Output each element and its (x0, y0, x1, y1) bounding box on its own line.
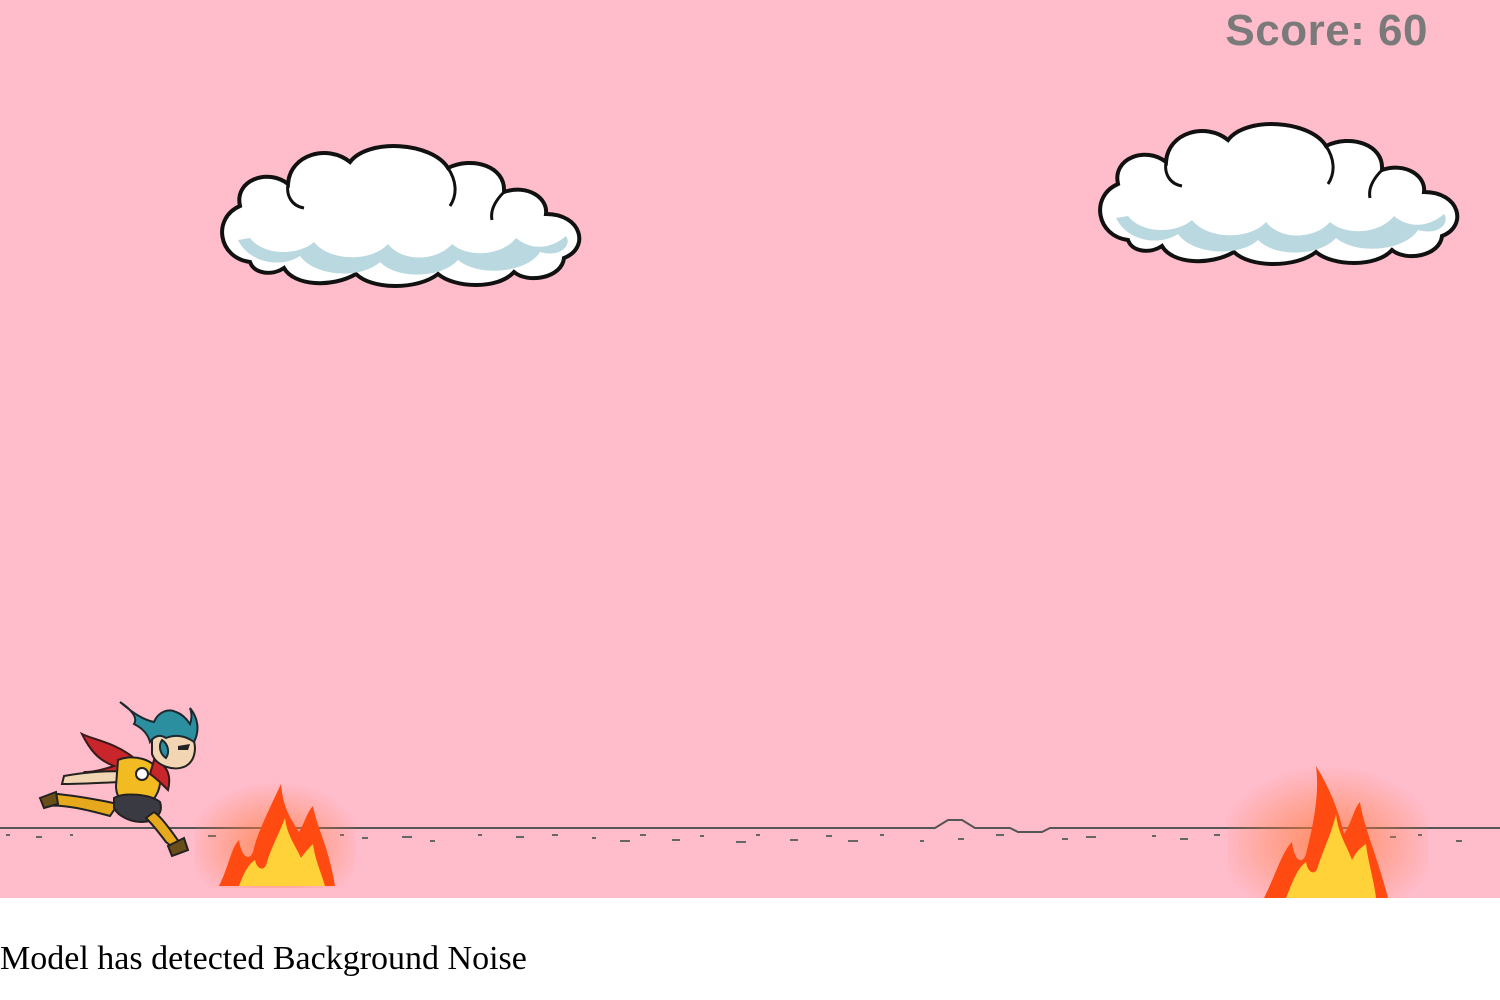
fire-icon (1228, 756, 1428, 898)
fire-icon (195, 770, 355, 888)
game-canvas[interactable]: Score: 60 (0, 0, 1500, 898)
cloud-icon (1098, 122, 1460, 266)
score-display: Score: 60 (1225, 6, 1428, 55)
runner-character-icon[interactable] (36, 700, 201, 860)
cloud-icon (220, 144, 582, 288)
status-message: Model has detected Background Noise (0, 940, 527, 977)
